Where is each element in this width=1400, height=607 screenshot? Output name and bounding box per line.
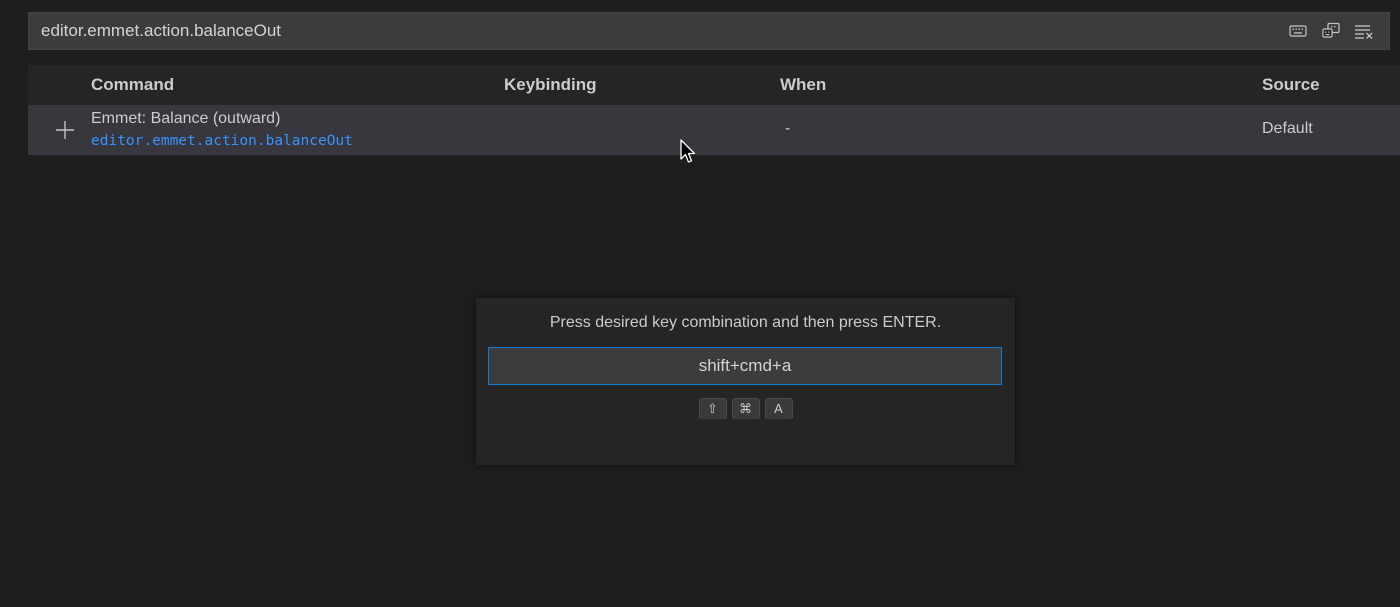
keybindings-table-header: Command Keybinding When Source — [28, 65, 1400, 105]
when-clause: - — [785, 120, 791, 137]
column-header-source[interactable]: Source — [1262, 65, 1320, 105]
command-id: editor.emmet.action.balanceOut — [91, 133, 353, 149]
keyboard-icon[interactable] — [1286, 20, 1309, 43]
key-combination-preview: ⇧ ⌘ A — [476, 398, 1015, 420]
keybinding-input[interactable] — [488, 347, 1002, 385]
clear-filter-icon[interactable] — [1352, 20, 1375, 43]
column-header-when[interactable]: When — [780, 65, 826, 105]
a-key: A — [764, 398, 793, 420]
cmd-key-icon: ⌘ — [731, 398, 760, 420]
column-header-command[interactable]: Command — [91, 65, 174, 105]
define-keybinding-dialog: Press desired key combination and then p… — [476, 298, 1015, 465]
command-title: Emmet: Balance (outward) — [91, 110, 281, 127]
source-value: Default — [1262, 120, 1313, 137]
mouse-pointer-icon — [680, 139, 696, 165]
search-actions — [1286, 13, 1375, 49]
table-row[interactable]: Emmet: Balance (outward) editor.emmet.ac… — [28, 105, 1400, 155]
dialog-message: Press desired key combination and then p… — [549, 314, 942, 331]
record-keys-icon[interactable] — [1319, 20, 1342, 43]
column-header-keybinding[interactable]: Keybinding — [504, 65, 597, 105]
keybindings-search-bar — [28, 12, 1390, 50]
shift-key-icon: ⇧ — [698, 398, 727, 420]
keybindings-search-input[interactable] — [29, 13, 1259, 49]
add-keybinding-icon[interactable] — [54, 119, 76, 141]
